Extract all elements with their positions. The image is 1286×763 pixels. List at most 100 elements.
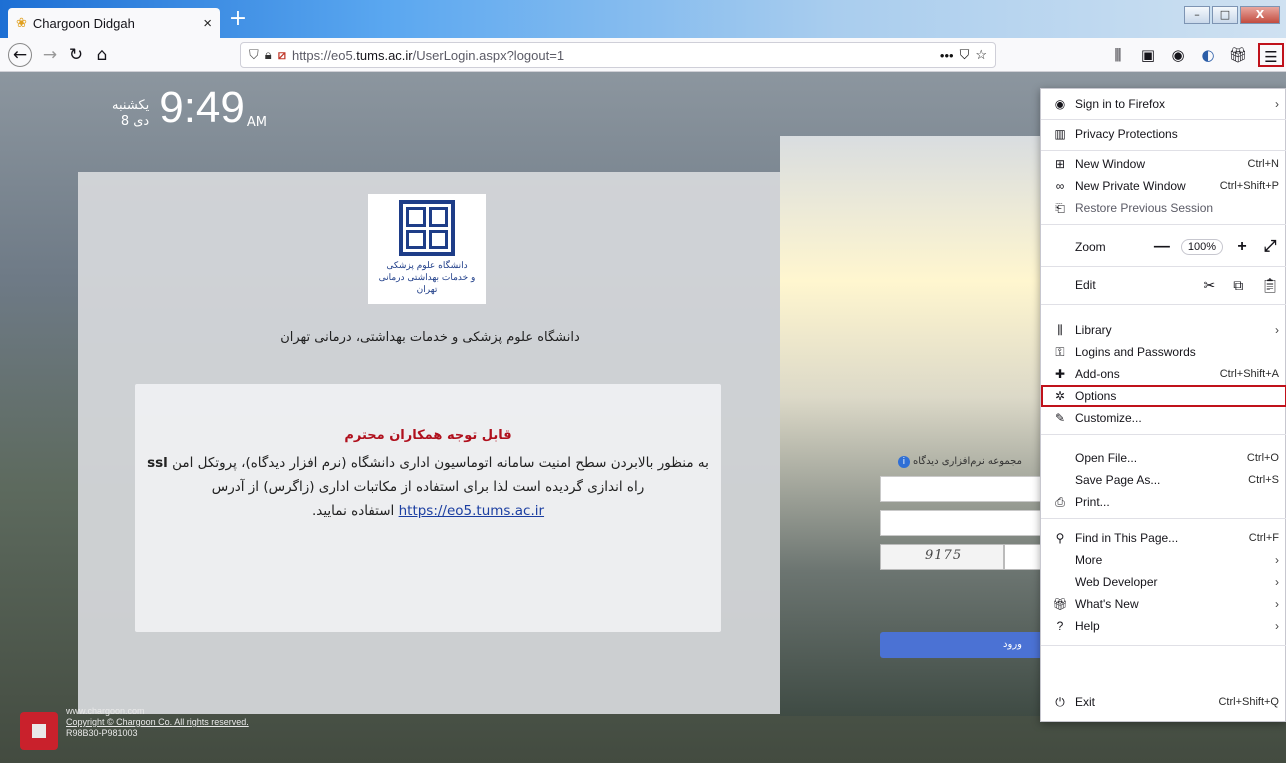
tab-title: Chargoon Didgah	[32, 15, 135, 31]
menu-open-file[interactable]: Open File... Ctrl+O	[1041, 447, 1286, 469]
date-text: 8 دی	[120, 114, 150, 129]
menu-restore-session[interactable]: ⎗ Restore Previous Session	[1041, 197, 1286, 219]
chevron-right-icon: ›	[1275, 97, 1279, 111]
new-window-icon: ⊞	[1054, 157, 1066, 171]
menu-options[interactable]: ✲ Options	[1041, 385, 1286, 407]
private-mask-icon: ∞	[1055, 179, 1065, 193]
footer-version: R98B30-P981003	[66, 728, 138, 738]
url-bar[interactable]: ⛉ 🔒︎ ⧄ https://eo5.tums.ac.ir/UserLogin.…	[240, 42, 996, 68]
paintbrush-icon: ✎	[1054, 411, 1066, 425]
menu-sign-in[interactable]: ◉ Sign in to Firefox ›	[1041, 93, 1286, 115]
university-logo: دانشگاه علوم پزشکی و خدمات بهداشتی درمان…	[368, 194, 486, 304]
privacy-dashboard-icon: ▥	[1054, 127, 1066, 141]
menu-add-ons[interactable]: ✚ Add-ons Ctrl+Shift+A	[1041, 363, 1286, 385]
menu-save-page[interactable]: Save Page As... Ctrl+S	[1041, 469, 1286, 491]
insecure-content-icon: ⧄	[277, 47, 286, 62]
active-tab[interactable]: ❀ Chargoon Didgah ×	[8, 8, 220, 38]
menu-library[interactable]: ⫼ Library ›	[1041, 319, 1286, 341]
lock-icon[interactable]: 🔒︎	[265, 47, 272, 63]
menu-find-in-page[interactable]: ⚲ Find in This Page... Ctrl+F	[1041, 527, 1286, 549]
sidebar-icon[interactable]: ▣	[1136, 43, 1160, 67]
menu-web-developer[interactable]: Web Developer ›	[1041, 571, 1286, 593]
page-actions-icon[interactable]: •••	[940, 48, 954, 63]
library-icon[interactable]: ⫼	[1106, 43, 1130, 67]
menu-help[interactable]: ? Help ›	[1041, 615, 1286, 637]
day-name: یکشنبه	[112, 98, 150, 113]
notice-body: به منظور بالابردن سطح امنیت سامانه اتوما…	[147, 455, 709, 519]
notice-title: قابل توجه همکاران محترم	[344, 428, 512, 443]
key-icon: ⚿	[1055, 344, 1065, 359]
forward-arrow-icon[interactable]: →	[38, 43, 62, 67]
zoom-reset-button[interactable]: 100%	[1180, 239, 1223, 255]
menu-new-private-window[interactable]: ∞ New Private Window Ctrl+Shift+P	[1041, 175, 1286, 197]
account-icon: ◉	[1054, 97, 1066, 111]
new-tab-button[interactable]: +	[226, 8, 250, 32]
search-icon: ⚲	[1055, 531, 1065, 545]
hamburger-menu-icon[interactable]: ☰	[1258, 43, 1284, 67]
account-icon[interactable]: ◉	[1166, 43, 1190, 67]
menu-new-window[interactable]: ⊞ New Window Ctrl+N	[1041, 153, 1286, 175]
notice-box: قابل توجه همکاران محترم به منظور بالابرد…	[135, 384, 721, 632]
tab-close-icon[interactable]: ×	[203, 15, 212, 32]
reload-icon[interactable]: ↻	[64, 43, 88, 67]
minimize-button[interactable]: –	[1184, 6, 1210, 24]
zoom-controls: — 100% + ⤢	[1153, 238, 1279, 256]
ssl-text: ssl	[147, 455, 168, 471]
fullscreen-icon[interactable]: ⤢	[1261, 238, 1279, 256]
close-window-button[interactable]: X	[1240, 6, 1280, 24]
pocket-icon[interactable]: ⛉	[960, 47, 970, 63]
menu-whats-new[interactable]: 🎁︎ What's New ›	[1041, 593, 1286, 615]
extension-icon[interactable]: ◐	[1196, 43, 1220, 67]
whats-new-gift-icon[interactable]: 🎁︎	[1226, 43, 1250, 67]
footer: www.chargoon.com Copyright © Chargoon Co…	[20, 706, 249, 750]
gear-icon: ✲	[1054, 389, 1066, 403]
captcha-image: 9175	[880, 544, 1004, 570]
login-button[interactable]: ورود	[880, 632, 1050, 658]
clock-widget: یکشنبه 8 دی 9:49 AM	[112, 83, 267, 132]
info-icon[interactable]: i	[897, 456, 910, 468]
copy-icon[interactable]: ⧉	[1233, 277, 1243, 294]
maximize-button[interactable]: □	[1212, 6, 1238, 24]
footer-site[interactable]: www.chargoon.com	[66, 706, 249, 717]
logo-text: دانشگاه علوم پزشکی و خدمات بهداشتی درمان…	[378, 261, 476, 295]
menu-zoom: Zoom — 100% + ⤢	[1041, 235, 1286, 259]
zoom-in-button[interactable]: +	[1233, 238, 1251, 256]
menu-print[interactable]: ⎙ Print...	[1041, 491, 1286, 513]
login-label: مجموعه نرم‌افزاری دیدگاه i	[880, 456, 1050, 468]
shield-icon[interactable]: ⛉	[249, 47, 259, 63]
url-text[interactable]: https://eo5.tums.ac.ir/UserLogin.aspx?lo…	[292, 48, 934, 63]
notice-link[interactable]: https://eo5.tums.ac.ir	[399, 503, 544, 519]
navigation-toolbar: ← → ↻ ⌂ ⛉ 🔒︎ ⧄ https://eo5.tums.ac.ir/Us…	[0, 38, 1286, 72]
window-controls: – □ X	[1184, 6, 1280, 24]
zoom-out-button[interactable]: —	[1153, 238, 1171, 256]
menu-logins-passwords[interactable]: ⚿ Logins and Passwords	[1041, 341, 1286, 363]
bookmark-star-icon[interactable]: ☆	[975, 47, 987, 63]
menu-edit: Edit ✂ ⧉ 📋︎	[1075, 276, 1279, 294]
back-arrow-icon[interactable]: ←	[8, 43, 32, 67]
footer-copyright[interactable]: Copyright © Chargoon Co. All rights rese…	[66, 717, 249, 728]
time-text: 9:49	[159, 83, 245, 132]
password-input[interactable]	[880, 510, 1050, 536]
chevron-right-icon: ›	[1275, 575, 1279, 589]
university-name: دانشگاه علوم پزشکی و خدمات بهداشتی، درما…	[280, 330, 580, 345]
chargoon-logo-icon	[20, 712, 58, 750]
paste-icon[interactable]: 📋︎	[1261, 277, 1279, 294]
captcha-row: 9175	[880, 544, 1050, 570]
menu-customize[interactable]: ✎ Customize...	[1041, 407, 1286, 429]
gift-icon: 🎁︎	[1052, 597, 1068, 611]
menu-privacy-protections[interactable]: ▥ Privacy Protections	[1041, 123, 1286, 145]
footer-text: www.chargoon.com Copyright © Chargoon Co…	[66, 706, 249, 739]
cut-icon[interactable]: ✂	[1203, 277, 1215, 294]
menu-exit[interactable]: ⏻ Exit Ctrl+Shift+Q	[1041, 691, 1286, 713]
ampm-text: AM	[246, 115, 267, 130]
chargoon-favicon-icon: ❀	[16, 15, 27, 30]
puzzle-icon: ✚	[1054, 367, 1066, 381]
menu-more[interactable]: More ›	[1041, 549, 1286, 571]
date-block: یکشنبه 8 دی	[112, 98, 149, 130]
library-icon: ⫼	[1057, 322, 1063, 337]
info-panel: دانشگاه علوم پزشکی و خدمات بهداشتی درمان…	[78, 172, 782, 714]
home-icon[interactable]: ⌂	[90, 43, 114, 67]
username-input[interactable]	[880, 476, 1050, 502]
title-bar: ❀ Chargoon Didgah × + – □ X	[0, 0, 1286, 38]
power-icon: ⏻	[1055, 694, 1065, 709]
